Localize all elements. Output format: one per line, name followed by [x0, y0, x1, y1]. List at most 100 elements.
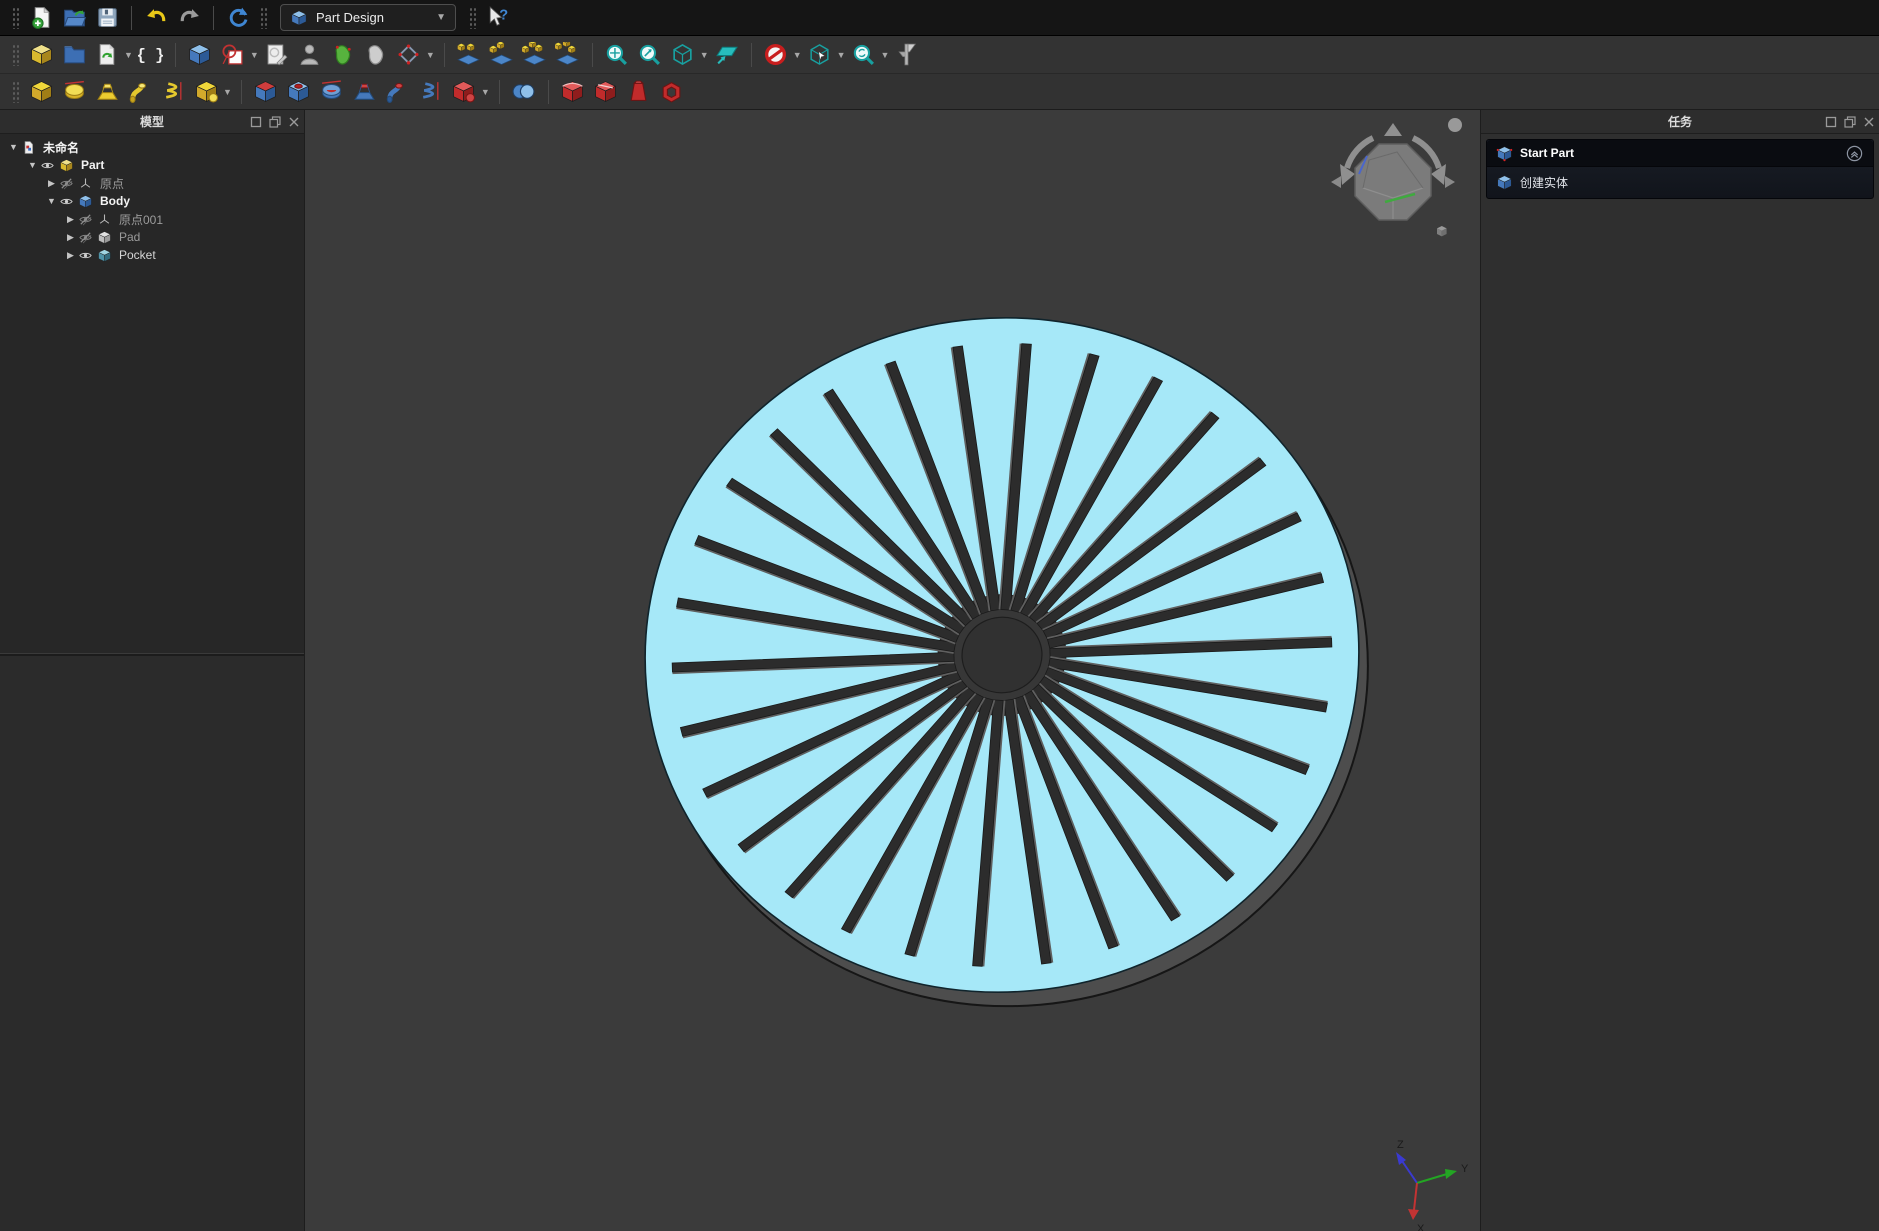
- save-button[interactable]: [92, 3, 122, 33]
- chevron-down-icon[interactable]: ▼: [700, 50, 709, 60]
- navcube-right-arrow[interactable]: [1445, 176, 1455, 188]
- toolbar-grip[interactable]: [260, 7, 267, 29]
- expand-arrow-icon[interactable]: ▶: [44, 178, 59, 189]
- expand-arrow-icon[interactable]: ▶: [63, 214, 78, 225]
- tree-item-Part[interactable]: ▼Part: [0, 156, 304, 174]
- create-group-button[interactable]: [59, 40, 89, 70]
- draw-style-button[interactable]: [849, 40, 879, 70]
- chevron-down-icon[interactable]: ▼: [250, 50, 259, 60]
- toolbar-grip[interactable]: [12, 7, 19, 29]
- subtractive-pipe-button[interactable]: [383, 77, 413, 107]
- tree-item-原点001[interactable]: ▶原点001: [0, 210, 304, 228]
- multi-transform-button[interactable]: [553, 40, 583, 70]
- chevron-down-icon[interactable]: ▼: [426, 50, 435, 60]
- navigation-cube[interactable]: [1331, 118, 1462, 236]
- thickness-button[interactable]: [657, 77, 687, 107]
- measure-button[interactable]: [892, 40, 922, 70]
- whats-this-button[interactable]: ?: [483, 3, 513, 33]
- tree-item-Pocket[interactable]: ▶Pocket: [0, 246, 304, 264]
- tree-item-Body[interactable]: ▼Body: [0, 192, 304, 210]
- panel-float-button[interactable]: [1843, 115, 1857, 129]
- subtractive-primitive-button[interactable]: [449, 77, 479, 107]
- check-geometry-button[interactable]: [328, 40, 358, 70]
- revolution-button[interactable]: [59, 77, 89, 107]
- navcube-up-arrow[interactable]: [1384, 123, 1402, 136]
- toolbar-grip[interactable]: [12, 81, 19, 103]
- create-body-button[interactable]: [185, 40, 215, 70]
- visibility-on-icon[interactable]: [59, 194, 78, 209]
- open-file-button[interactable]: [59, 3, 89, 33]
- 3d-viewport[interactable]: ZYX: [305, 110, 1480, 1231]
- polar-pattern-button[interactable]: [520, 40, 550, 70]
- clipping-plane-button[interactable]: [761, 40, 791, 70]
- make-link-button[interactable]: [92, 40, 122, 70]
- expand-arrow-icon[interactable]: ▶: [63, 250, 78, 261]
- expression-editor-button[interactable]: { }: [136, 40, 166, 70]
- panel-restore-button[interactable]: [249, 115, 263, 129]
- visibility-on-icon[interactable]: [40, 158, 59, 173]
- chevron-down-icon[interactable]: ▼: [223, 87, 232, 97]
- chamfer-button[interactable]: [591, 77, 621, 107]
- additive-loft-button[interactable]: [92, 77, 122, 107]
- subtractive-helix-button[interactable]: [416, 77, 446, 107]
- navcube-left-arrow[interactable]: [1331, 176, 1341, 188]
- mirrored-feature-button[interactable]: [454, 40, 484, 70]
- visibility-off-icon[interactable]: [59, 176, 78, 191]
- validate-sketch-button[interactable]: [295, 40, 325, 70]
- panel-restore-button[interactable]: [1824, 115, 1838, 129]
- panel-close-button[interactable]: [287, 115, 301, 129]
- fillet-button[interactable]: [558, 77, 588, 107]
- navcube-menu-dot[interactable]: [1448, 118, 1462, 132]
- fit-all-button[interactable]: [602, 40, 632, 70]
- tree-item-原点[interactable]: ▶原点: [0, 174, 304, 192]
- additive-pipe-button[interactable]: [125, 77, 155, 107]
- tree-item-Pad[interactable]: ▶Pad: [0, 228, 304, 246]
- pocket-button[interactable]: [251, 77, 281, 107]
- workbench-selector[interactable]: Part Design ▼: [280, 4, 456, 31]
- chevron-down-icon[interactable]: ▼: [124, 50, 133, 60]
- toolbar-grip[interactable]: [469, 7, 476, 29]
- expand-arrow-icon[interactable]: ▶: [63, 232, 78, 243]
- chevron-down-icon[interactable]: ▼: [793, 50, 802, 60]
- fit-selection-button[interactable]: [635, 40, 665, 70]
- refine-shape-button[interactable]: [361, 40, 391, 70]
- collapse-arrow-icon[interactable]: ▼: [25, 160, 40, 170]
- 3d-scene[interactable]: ZYX: [305, 110, 1480, 1231]
- linear-pattern-button[interactable]: [487, 40, 517, 70]
- visibility-off-icon[interactable]: [78, 230, 97, 245]
- refresh-button[interactable]: [223, 3, 253, 33]
- new-file-button[interactable]: [26, 3, 56, 33]
- hole-button[interactable]: [284, 77, 314, 107]
- toolbar-grip[interactable]: [12, 44, 19, 66]
- undo-button[interactable]: [141, 3, 171, 33]
- start-part-header[interactable]: Start Part: [1487, 140, 1873, 167]
- align-to-selection-button[interactable]: [712, 40, 742, 70]
- panel-close-button[interactable]: [1862, 115, 1876, 129]
- chevron-down-icon[interactable]: ▼: [881, 50, 890, 60]
- additive-helix-button[interactable]: [158, 77, 188, 107]
- navcube-mini-cube[interactable]: [1437, 226, 1447, 236]
- create-part-button[interactable]: [26, 40, 56, 70]
- panel-float-button[interactable]: [268, 115, 282, 129]
- isometric-view-button[interactable]: [668, 40, 698, 70]
- subtractive-loft-button[interactable]: [350, 77, 380, 107]
- task-item-create-solid[interactable]: 创建实体: [1487, 167, 1873, 198]
- selection-view-button[interactable]: [805, 40, 835, 70]
- create-sketch-button[interactable]: [218, 40, 248, 70]
- visibility-on-icon[interactable]: [78, 248, 97, 263]
- edit-sketch-button[interactable]: [262, 40, 292, 70]
- groove-button[interactable]: [317, 77, 347, 107]
- create-datum-button[interactable]: [394, 40, 424, 70]
- chevron-down-icon[interactable]: ▼: [837, 50, 846, 60]
- collapse-section-button[interactable]: [1845, 144, 1864, 163]
- collapse-arrow-icon[interactable]: ▼: [44, 196, 59, 206]
- chevron-down-icon[interactable]: ▼: [481, 87, 490, 97]
- additive-primitive-button[interactable]: [191, 77, 221, 107]
- draft-button[interactable]: [624, 77, 654, 107]
- tree-item-未命名[interactable]: ▼未命名: [0, 138, 304, 156]
- boolean-operation-button[interactable]: [509, 77, 539, 107]
- visibility-off-icon[interactable]: [78, 212, 97, 227]
- redo-button[interactable]: [174, 3, 204, 33]
- collapse-arrow-icon[interactable]: ▼: [6, 142, 21, 152]
- pad-button[interactable]: [26, 77, 56, 107]
